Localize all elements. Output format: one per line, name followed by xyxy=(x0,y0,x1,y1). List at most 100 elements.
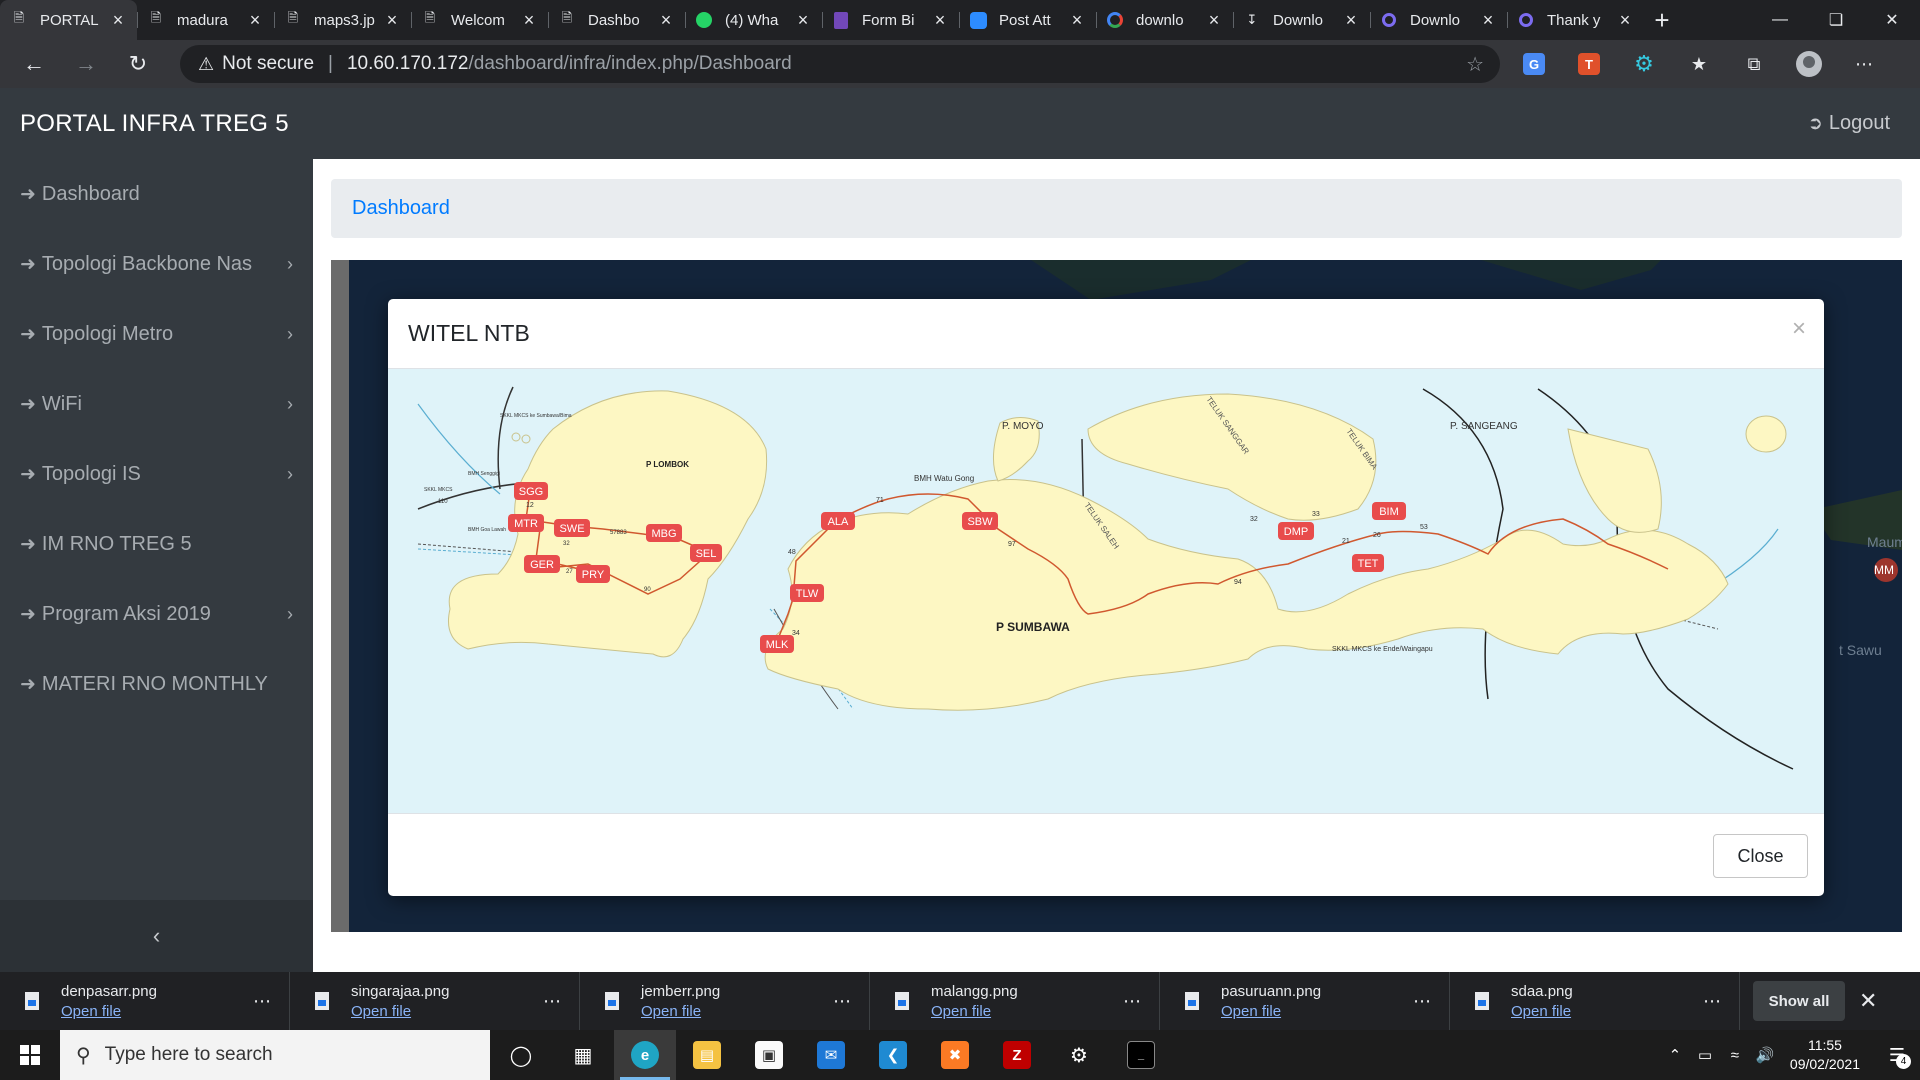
tab-title: madura xyxy=(177,11,228,29)
store-icon[interactable]: ▣ xyxy=(738,1030,800,1080)
collections-icon[interactable]: ⧉ xyxy=(1738,48,1770,80)
close-tab-icon[interactable]: × xyxy=(109,10,127,31)
task-view-icon[interactable]: ▦ xyxy=(552,1030,614,1080)
new-tab-button[interactable]: + xyxy=(1644,0,1680,40)
tab-dashboard[interactable]: 🗎 Dashbo × xyxy=(548,0,685,40)
open-file-link[interactable]: Open file xyxy=(641,1003,720,1020)
close-tab-icon[interactable]: × xyxy=(383,10,401,31)
more-options-icon[interactable]: ⋯ xyxy=(1703,991,1721,1012)
bookmark-star-icon[interactable]: ☆ xyxy=(1466,52,1484,77)
close-tab-icon[interactable]: × xyxy=(1342,10,1360,31)
tab-whatsapp[interactable]: (4) Wha × xyxy=(685,0,822,40)
close-tab-icon[interactable]: × xyxy=(1616,10,1634,31)
download-item[interactable]: pasuruann.png Open file ⋯ xyxy=(1160,972,1450,1030)
download-item[interactable]: denpasarr.png Open file ⋯ xyxy=(0,972,290,1030)
translate-extension-icon[interactable]: G xyxy=(1518,48,1550,80)
sidebar-item-dashboard[interactable]: ➜ Dashboard xyxy=(0,159,313,229)
more-options-icon[interactable]: ⋯ xyxy=(1413,991,1431,1012)
tab-zoom[interactable]: Post Att × xyxy=(959,0,1096,40)
close-tab-icon[interactable]: × xyxy=(520,10,538,31)
close-tab-icon[interactable]: × xyxy=(1205,10,1223,31)
sidebar-collapse-button[interactable]: ‹ xyxy=(0,900,313,972)
terminal-icon[interactable]: _ xyxy=(1110,1030,1172,1080)
edge-browser-icon[interactable]: e xyxy=(614,1030,676,1080)
volume-icon[interactable]: 🔊 xyxy=(1750,1046,1780,1064)
start-button[interactable] xyxy=(0,1030,60,1080)
more-options-icon[interactable]: ⋯ xyxy=(253,991,271,1012)
tab-download[interactable]: ↧ Downlo × xyxy=(1233,0,1370,40)
svg-text:48: 48 xyxy=(788,549,796,556)
address-bar[interactable]: ⚠ Not secure | 10.60.170.172 /dashboard/… xyxy=(180,45,1500,83)
sidebar-item-program-aksi[interactable]: ➜ Program Aksi 2019 › xyxy=(0,579,313,649)
brand-title[interactable]: PORTAL INFRA TREG 5 xyxy=(20,110,289,138)
minimize-icon[interactable]: — xyxy=(1752,0,1808,40)
more-options-icon[interactable]: ⋯ xyxy=(543,991,561,1012)
download-item[interactable]: singarajaa.png Open file ⋯ xyxy=(290,972,580,1030)
sidebar-item-label: Topologi Metro xyxy=(41,322,174,345)
profile-avatar-icon[interactable] xyxy=(1793,48,1825,80)
taskbar-search[interactable]: ⚲ Type here to search xyxy=(60,1030,490,1080)
close-window-icon[interactable]: ✕ xyxy=(1864,0,1920,40)
mail-icon[interactable]: ✉ xyxy=(800,1030,862,1080)
tab-madura[interactable]: 🗎 madura × xyxy=(137,0,274,40)
download-item[interactable]: malangg.png Open file ⋯ xyxy=(870,972,1160,1030)
open-file-link[interactable]: Open file xyxy=(1221,1003,1321,1020)
more-options-icon[interactable]: ⋯ xyxy=(833,991,851,1012)
download-item[interactable]: sdaa.png Open file ⋯ xyxy=(1450,972,1740,1030)
sidebar-item-wifi[interactable]: ➜ WiFi › xyxy=(0,369,313,439)
vscode-icon[interactable]: ❮ xyxy=(862,1030,924,1080)
close-download-bar-icon[interactable]: ✕ xyxy=(1859,988,1877,1014)
file-explorer-icon[interactable]: ▤ xyxy=(676,1030,738,1080)
restore-icon[interactable]: ❏ xyxy=(1808,0,1864,40)
sidebar-item-topologi-is[interactable]: ➜ Topologi IS › xyxy=(0,439,313,509)
sidebar-item-im-rno[interactable]: ➜ IM RNO TREG 5 xyxy=(0,509,313,579)
close-tab-icon[interactable]: × xyxy=(794,10,812,31)
open-file-link[interactable]: Open file xyxy=(931,1003,1018,1020)
close-tab-icon[interactable]: × xyxy=(1068,10,1086,31)
arrow-right-icon: ➜ xyxy=(20,323,36,345)
close-tab-icon[interactable]: × xyxy=(1479,10,1497,31)
notification-center-icon[interactable]: ☰ 4 xyxy=(1874,1030,1920,1080)
tab-thank-you[interactable]: Thank y × xyxy=(1507,0,1644,40)
more-menu-icon[interactable]: ⋯ xyxy=(1848,48,1880,80)
tab-portal[interactable]: 🗎 PORTAL × xyxy=(0,0,137,40)
modal-overlay: WITEL NTB × SGG MTR SWE MBG SEL GER PRY … xyxy=(313,159,1920,972)
download-item[interactable]: jemberr.png Open file ⋯ xyxy=(580,972,870,1030)
open-file-link[interactable]: Open file xyxy=(351,1003,449,1020)
xampp-icon[interactable]: ✖ xyxy=(924,1030,986,1080)
node-sgg: SGG xyxy=(514,482,548,500)
sidebar-item-topologi-backbone[interactable]: ➜ Topologi Backbone Nas › xyxy=(0,229,313,299)
sidebar-item-topologi-metro[interactable]: ➜ Topologi Metro › xyxy=(0,299,313,369)
tab-google[interactable]: downlo × xyxy=(1096,0,1233,40)
image-file-icon xyxy=(1185,992,1199,1010)
cortana-icon[interactable]: ◯ xyxy=(490,1030,552,1080)
tab-forms[interactable]: Form Bi × xyxy=(822,0,959,40)
tab-maps3[interactable]: 🗎 maps3.jp × xyxy=(274,0,411,40)
battery-icon[interactable]: ▭ xyxy=(1690,1046,1720,1064)
forward-arrow-icon[interactable]: → xyxy=(68,46,104,82)
logout-link[interactable]: ➲ Logout xyxy=(1808,112,1890,135)
favorites-icon[interactable]: ★ xyxy=(1683,48,1715,80)
open-file-link[interactable]: Open file xyxy=(1511,1003,1573,1020)
close-tab-icon[interactable]: × xyxy=(657,10,675,31)
close-tab-icon[interactable]: × xyxy=(931,10,949,31)
wifi-icon[interactable]: ≈ xyxy=(1720,1047,1750,1064)
close-icon[interactable]: × xyxy=(1792,315,1806,343)
reload-icon[interactable]: ↻ xyxy=(120,46,156,82)
filezilla-icon[interactable]: Z xyxy=(986,1030,1048,1080)
tab-welcome[interactable]: 🗎 Welcom × xyxy=(411,0,548,40)
settings-gear-icon[interactable]: ⚙ xyxy=(1048,1030,1110,1080)
chevron-up-icon[interactable]: ⌃ xyxy=(1660,1046,1690,1064)
more-options-icon[interactable]: ⋯ xyxy=(1123,991,1141,1012)
svg-text:TLW: TLW xyxy=(796,588,819,600)
close-tab-icon[interactable]: × xyxy=(246,10,264,31)
close-button[interactable]: Close xyxy=(1713,834,1808,878)
open-file-link[interactable]: Open file xyxy=(61,1003,157,1020)
gear-extension-icon[interactable]: ⚙ xyxy=(1628,48,1660,80)
tab-download-2[interactable]: Downlo × xyxy=(1370,0,1507,40)
clock[interactable]: 11:55 09/02/2021 xyxy=(1790,1036,1860,1074)
show-all-button[interactable]: Show all xyxy=(1753,981,1845,1021)
back-arrow-icon[interactable]: ← xyxy=(16,46,52,82)
sidebar-item-materi-rno[interactable]: ➜ MATERI RNO MONTHLY xyxy=(0,649,313,719)
office-extension-icon[interactable]: T xyxy=(1573,48,1605,80)
